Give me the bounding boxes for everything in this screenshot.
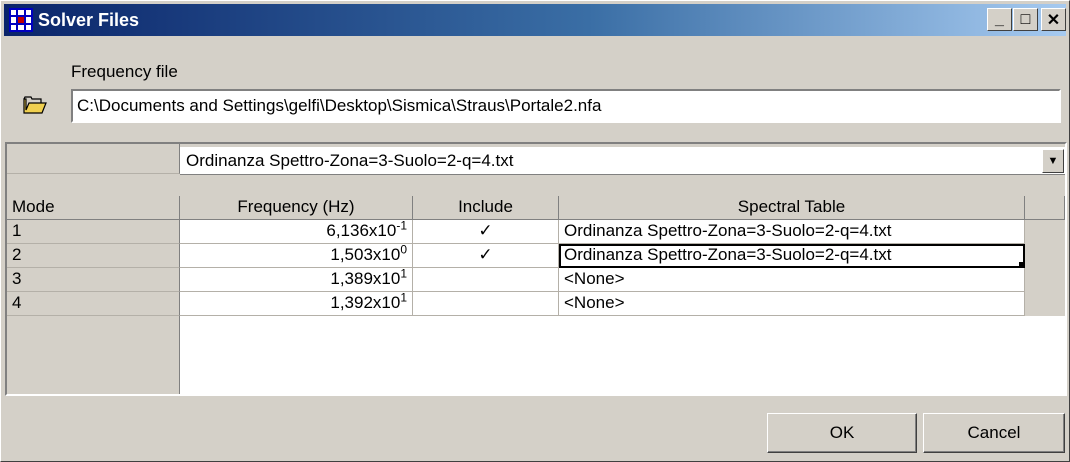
row-header-empty	[7, 316, 180, 394]
cell-frequency-4[interactable]: 1,392x101	[180, 292, 413, 316]
fill-handle[interactable]	[1019, 262, 1024, 267]
column-header-extra	[1025, 196, 1065, 220]
check-icon: ✓	[478, 221, 493, 240]
cancel-button[interactable]: Cancel	[923, 413, 1065, 453]
column-header-mode[interactable]: Mode	[7, 196, 180, 220]
open-folder-icon[interactable]	[23, 95, 47, 115]
cell-include-4[interactable]	[413, 292, 559, 316]
close-icon: ✕	[1046, 11, 1061, 29]
dropdown-button[interactable]: ▼	[1042, 149, 1064, 173]
cell-spectral-table-4[interactable]: <None>	[559, 292, 1025, 316]
row-mode-1[interactable]: 1	[7, 220, 180, 244]
maximize-icon: □	[1020, 10, 1031, 28]
grid-empty-area	[180, 316, 1065, 394]
cell-frequency-2[interactable]: 1,503x100	[180, 244, 413, 268]
solver-files-grid: Ordinanza Spettro-Zona=3-Suolo=2-q=4.txt…	[5, 142, 1067, 396]
close-button[interactable]: ✕	[1041, 8, 1066, 31]
column-header-frequency[interactable]: Frequency (Hz)	[180, 196, 413, 220]
row-mode-3[interactable]: 3	[7, 268, 180, 292]
ok-button[interactable]: OK	[767, 413, 917, 453]
title-bar[interactable]: Solver Files _ □ ✕	[4, 4, 1066, 36]
window-title: Solver Files	[38, 10, 140, 30]
grid-app-icon	[9, 8, 33, 32]
column-header-spectral-table[interactable]: Spectral Table	[559, 196, 1025, 220]
cell-frequency-3[interactable]: 1,389x101	[180, 268, 413, 292]
check-icon: ✓	[478, 245, 493, 264]
cell-include-2[interactable]: ✓	[413, 244, 559, 268]
cell-spectral-table-3[interactable]: <None>	[559, 268, 1025, 292]
combo-value: Ordinanza Spettro-Zona=3-Suolo=2-q=4.txt	[186, 151, 514, 170]
row-mode-2[interactable]: 2	[7, 244, 180, 268]
row-mode-4[interactable]: 4	[7, 292, 180, 316]
solver-files-dialog: Solver Files _ □ ✕ Frequency file C:\Doc…	[0, 0, 1070, 462]
column-header-include[interactable]: Include	[413, 196, 559, 220]
cell-frequency-1[interactable]: 6,136x10-1	[180, 220, 413, 244]
cell-spectral-table-1[interactable]: Ordinanza Spettro-Zona=3-Suolo=2-q=4.txt	[559, 220, 1025, 244]
chevron-down-icon: ▼	[1047, 155, 1059, 167]
cell-include-3[interactable]	[413, 268, 559, 292]
minimize-icon: _	[995, 10, 1004, 28]
minimize-button[interactable]: _	[987, 8, 1012, 31]
grid-corner-cell	[7, 144, 180, 174]
cell-spectral-table-2[interactable]: Ordinanza Spettro-Zona=3-Suolo=2-q=4.txt	[559, 244, 1025, 268]
spectral-table-combo[interactable]: Ordinanza Spettro-Zona=3-Suolo=2-q=4.txt…	[180, 147, 1065, 175]
cell-include-1[interactable]: ✓	[413, 220, 559, 244]
maximize-button[interactable]: □	[1013, 8, 1038, 31]
frequency-file-label: Frequency file	[71, 62, 178, 81]
frequency-file-path-input[interactable]: C:\Documents and Settings\gelfi\Desktop\…	[71, 89, 1061, 123]
